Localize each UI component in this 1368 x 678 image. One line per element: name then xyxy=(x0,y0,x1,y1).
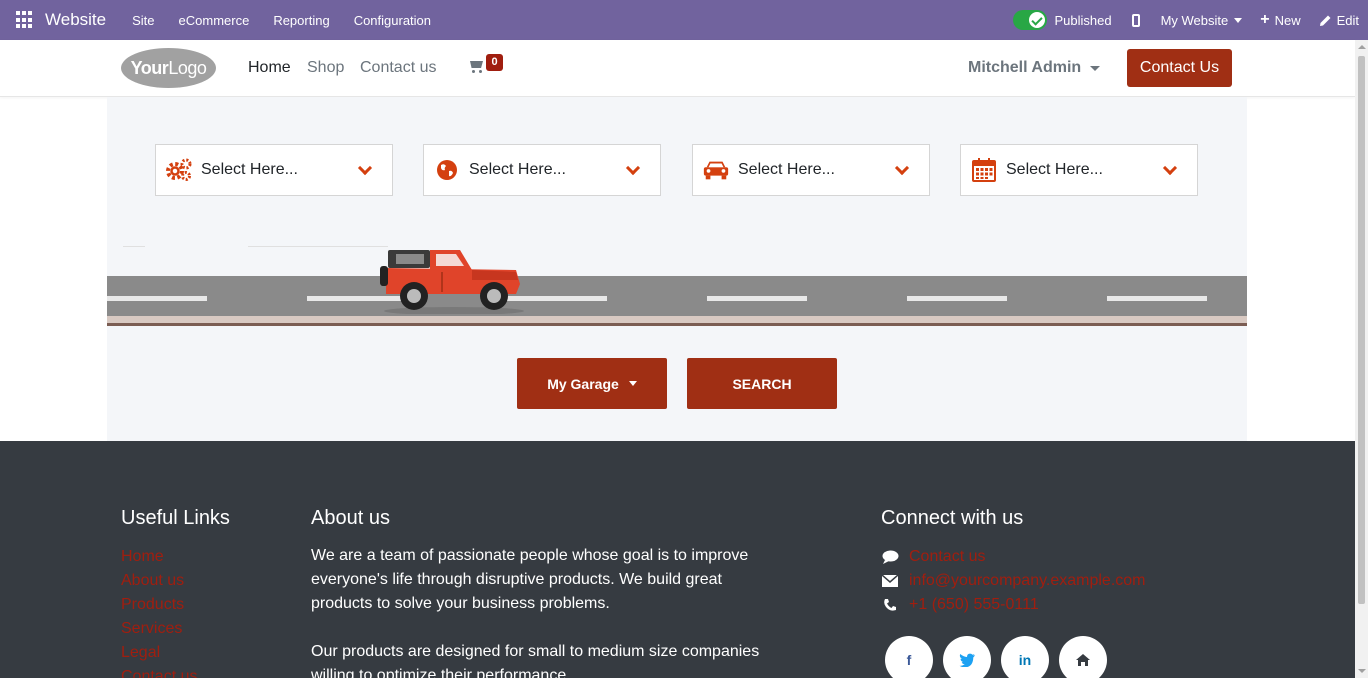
nav-contact-us[interactable]: Contact us xyxy=(360,59,436,77)
scroll-up-icon[interactable] xyxy=(1358,45,1366,49)
my-garage-button[interactable]: My Garage xyxy=(517,358,667,409)
check-icon xyxy=(1029,12,1046,28)
site-logo[interactable]: Your Logo xyxy=(121,48,216,88)
about-paragraph-1: We are a team of passionate people whose… xyxy=(311,547,749,612)
linkedin-icon[interactable]: in xyxy=(1001,636,1049,678)
selector-model-label: Select Here... xyxy=(738,161,835,178)
user-name: Mitchell Admin xyxy=(968,59,1082,76)
chevron-down-icon xyxy=(1162,160,1178,175)
lane-marking xyxy=(907,296,1007,301)
plus-icon: + xyxy=(1260,11,1270,28)
footer-link-about[interactable]: About us xyxy=(121,572,184,590)
scrollbar-thumb[interactable] xyxy=(1358,56,1365,604)
phone-icon xyxy=(881,597,899,613)
apps-menu-icon[interactable] xyxy=(16,11,34,29)
selector-region-label: Select Here... xyxy=(469,161,566,178)
contact-link: Contact us xyxy=(909,548,986,565)
nav-home[interactable]: Home xyxy=(248,59,291,77)
speed-line xyxy=(248,246,388,247)
useful-links-title: Useful Links xyxy=(121,507,230,529)
jeep-illustration xyxy=(380,250,524,314)
caret-down-icon xyxy=(628,381,637,386)
globe-icon xyxy=(433,156,461,184)
footer-link-legal[interactable]: Legal xyxy=(121,644,160,662)
speed-line xyxy=(123,246,145,247)
website-selector[interactable]: My Website xyxy=(1161,13,1243,28)
published-toggle[interactable]: Published xyxy=(1013,10,1112,30)
road-curb xyxy=(107,316,1247,326)
about-paragraph-2: Our products are designed for small to m… xyxy=(311,643,760,678)
cart-link[interactable]: 0 xyxy=(468,54,503,73)
connect-title: Connect with us xyxy=(881,507,1024,529)
user-menu[interactable]: Mitchell Admin xyxy=(968,59,1101,77)
new-button[interactable]: + New xyxy=(1260,12,1300,28)
selector-year[interactable]: Select Here... xyxy=(960,144,1198,196)
car-icon xyxy=(702,156,730,184)
calendar-icon xyxy=(970,156,998,184)
gears-icon xyxy=(165,156,193,184)
twitter-icon[interactable] xyxy=(943,636,991,678)
selector-make-label: Select Here... xyxy=(201,161,298,178)
menu-site[interactable]: Site xyxy=(120,13,166,28)
lane-marking xyxy=(1107,296,1207,301)
new-label: New xyxy=(1274,12,1301,28)
contact-row-message[interactable]: Contact us xyxy=(881,548,985,566)
home-icon[interactable] xyxy=(1059,636,1107,678)
phone-link: +1 (650) 555-0111 xyxy=(909,596,1039,613)
footer-link-services[interactable]: Services xyxy=(121,620,182,638)
cart-count-badge: 0 xyxy=(486,54,503,71)
footer-link-contact[interactable]: Contact us xyxy=(121,668,197,678)
contact-row-email[interactable]: info@yourcompany.example.com xyxy=(881,572,1146,590)
contact-us-button[interactable]: Contact Us xyxy=(1127,49,1232,87)
lane-marking xyxy=(707,296,807,301)
selector-year-label: Select Here... xyxy=(1006,161,1103,178)
caret-down-icon xyxy=(1090,65,1101,71)
site-footer: Useful Links Home About us Products Serv… xyxy=(0,441,1355,678)
search-button[interactable]: SEARCH xyxy=(687,358,837,409)
footer-link-home[interactable]: Home xyxy=(121,548,164,566)
page-scrollbar[interactable] xyxy=(1355,40,1368,678)
app-name[interactable]: Website xyxy=(45,10,106,30)
email-link: info@yourcompany.example.com xyxy=(909,572,1146,589)
menu-reporting[interactable]: Reporting xyxy=(261,13,341,28)
about-title: About us xyxy=(311,507,390,529)
chevron-down-icon xyxy=(894,160,910,175)
published-label: Published xyxy=(1054,12,1112,28)
chevron-down-icon xyxy=(625,160,641,175)
edit-button[interactable]: Edit xyxy=(1319,13,1359,28)
admin-bar-right: Published My Website + New Edit xyxy=(1013,0,1368,40)
selector-make[interactable]: Select Here... xyxy=(155,144,393,196)
menu-ecommerce[interactable]: eCommerce xyxy=(167,13,262,28)
footer-link-products[interactable]: Products xyxy=(121,596,184,614)
my-garage-label: My Garage xyxy=(547,375,619,392)
vehicle-search-section: Select Here... Select Here... Select Her… xyxy=(107,97,1247,441)
pencil-icon xyxy=(1319,15,1331,26)
website-selector-label: My Website xyxy=(1160,12,1229,28)
caret-down-icon xyxy=(1234,17,1243,23)
toggle-switch[interactable] xyxy=(1013,10,1048,30)
logo-light-text: Logo xyxy=(168,57,207,78)
contact-row-phone[interactable]: +1 (650) 555-0111 xyxy=(881,596,1039,614)
selector-region[interactable]: Select Here... xyxy=(423,144,661,196)
logo-bold-text: Your xyxy=(130,57,169,78)
selector-model[interactable]: Select Here... xyxy=(692,144,930,196)
nav-shop[interactable]: Shop xyxy=(307,59,344,77)
edit-label: Edit xyxy=(1336,12,1359,28)
scroll-down-icon[interactable] xyxy=(1358,669,1366,673)
menu-configuration[interactable]: Configuration xyxy=(342,13,443,28)
comment-icon xyxy=(881,549,899,565)
mobile-preview-icon[interactable] xyxy=(1131,13,1140,27)
chevron-down-icon xyxy=(357,160,373,175)
facebook-icon[interactable]: f xyxy=(885,636,933,678)
lane-marking xyxy=(107,296,207,301)
admin-top-bar: Website Site eCommerce Reporting Configu… xyxy=(0,0,1368,40)
envelope-icon xyxy=(881,573,899,589)
shopping-cart-icon xyxy=(468,59,484,73)
site-header: Your Logo Home Shop Contact us 0 Mitchell… xyxy=(0,40,1355,97)
